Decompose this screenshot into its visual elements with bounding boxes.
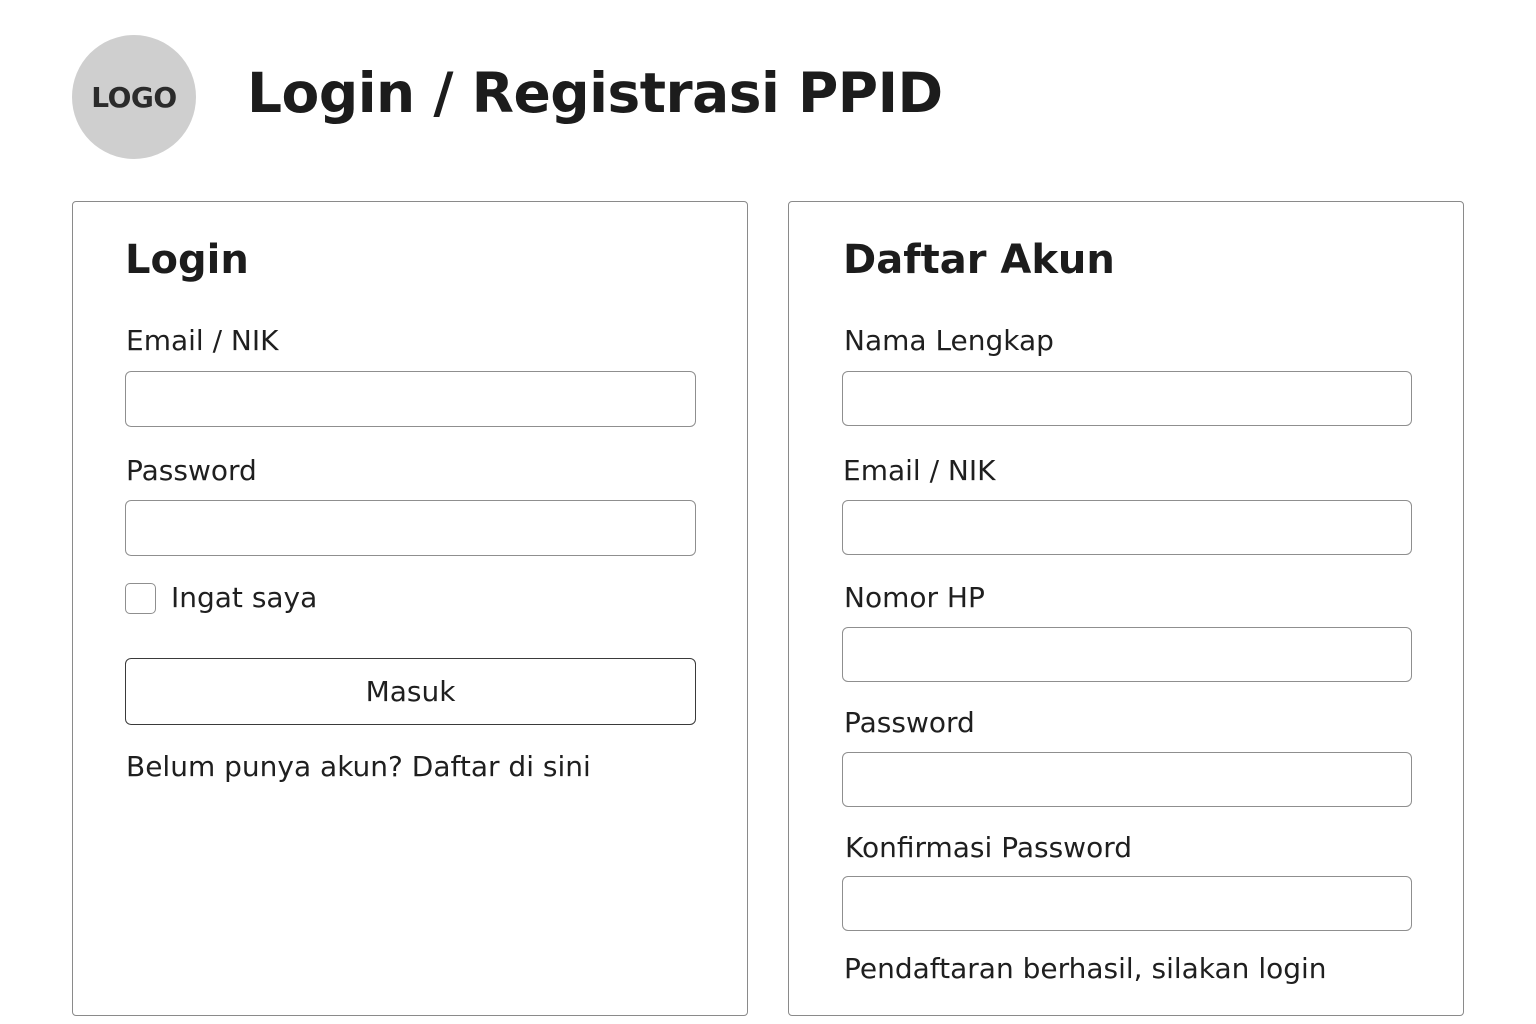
register-password-input[interactable] — [842, 752, 1412, 807]
register-panel: Daftar Akun Nama Lengkap Email / NIK Nom… — [788, 201, 1464, 1016]
register-fullname-label: Nama Lengkap — [844, 324, 1054, 357]
register-email-label: Email / NIK — [843, 454, 996, 487]
register-confirm-password-input[interactable] — [842, 876, 1412, 931]
register-phone-input[interactable] — [842, 627, 1412, 682]
register-panel-title: Daftar Akun — [843, 237, 1115, 283]
remember-me-label[interactable]: Ingat saya — [171, 581, 317, 615]
register-confirm-password-label: Konfirmasi Password — [845, 831, 1132, 864]
logo-text: LOGO — [91, 80, 177, 114]
login-panel-title: Login — [125, 237, 249, 283]
login-password-input[interactable] — [125, 500, 696, 556]
login-panel: Login Email / NIK Password Ingat saya Ma… — [72, 201, 748, 1016]
page: LOGO Login / Registrasi PPID Login Email… — [0, 0, 1536, 1024]
register-link[interactable]: Belum punya akun? Daftar di sini — [126, 750, 591, 784]
register-phone-label: Nomor HP — [844, 581, 985, 614]
register-password-label: Password — [844, 706, 975, 739]
login-email-input[interactable] — [125, 371, 696, 427]
remember-me-checkbox[interactable] — [125, 583, 156, 614]
page-title: Login / Registrasi PPID — [247, 61, 943, 125]
register-status-message: Pendaftaran berhasil, silakan login — [844, 952, 1327, 985]
login-password-label: Password — [126, 454, 257, 487]
login-email-label: Email / NIK — [126, 324, 279, 357]
login-submit-button[interactable]: Masuk — [125, 658, 696, 725]
register-fullname-input[interactable] — [842, 371, 1412, 426]
register-email-input[interactable] — [842, 500, 1412, 555]
logo: LOGO — [72, 35, 196, 159]
